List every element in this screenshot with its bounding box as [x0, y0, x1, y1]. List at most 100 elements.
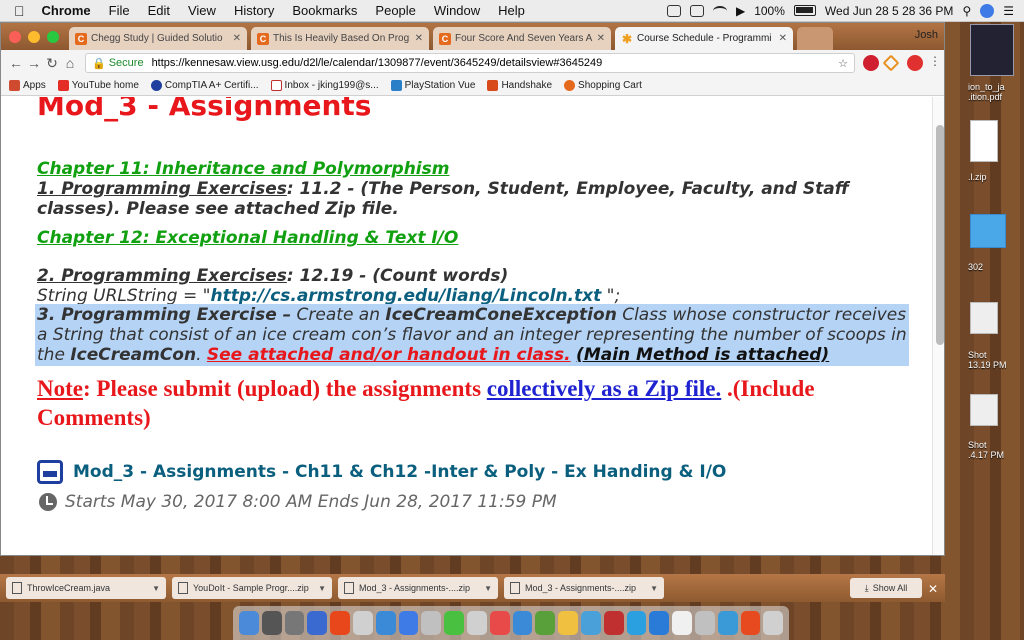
- battery-icon[interactable]: [793, 5, 816, 16]
- desktop-folder[interactable]: 302: [968, 262, 1024, 272]
- dock-app-icon[interactable]: [261, 611, 282, 635]
- apple-icon[interactable]: : [0, 3, 33, 19]
- assignment-link[interactable]: Mod_3 - Assignments - Ch11 & Ch12 -Inter…: [37, 460, 726, 484]
- dock-app-icon[interactable]: [466, 611, 487, 635]
- dock-app-icon[interactable]: [352, 611, 373, 635]
- menu-window[interactable]: Window: [425, 3, 489, 18]
- forward-icon[interactable]: →: [25, 55, 43, 71]
- dock-app-icon[interactable]: [717, 611, 738, 635]
- dock-app-icon[interactable]: [421, 611, 442, 635]
- clock[interactable]: Wed Jun 28 5 28 36 PM: [825, 4, 954, 18]
- chevron-down-icon[interactable]: ▼: [318, 584, 326, 593]
- minimize-window-button[interactable]: [28, 31, 40, 43]
- dock-app-icon[interactable]: [626, 611, 647, 635]
- dock-app-icon[interactable]: [535, 611, 556, 635]
- zip-file-icon[interactable]: [970, 120, 998, 162]
- dock-app-icon[interactable]: [284, 611, 305, 635]
- bookmark-comptia[interactable]: CompTIA A+ Certifi...: [150, 80, 259, 91]
- download-item[interactable]: Mod_3 - Assignments-....zip ▼: [504, 577, 664, 599]
- close-icon[interactable]: ✕: [415, 33, 423, 44]
- dock-app-icon[interactable]: [672, 611, 692, 635]
- address-bar[interactable]: 🔒 Secure https://kennesaw.view.usg.edu/d…: [85, 53, 855, 73]
- tab-course-schedule[interactable]: ✱ Course Schedule - Programmi ✕: [615, 27, 793, 50]
- dock-app-icon[interactable]: [740, 611, 761, 635]
- desktop-screenshot-2[interactable]: Shot .4.17 PM: [968, 440, 1024, 460]
- menu-history[interactable]: History: [225, 3, 283, 18]
- user-avatar[interactable]: [980, 3, 995, 18]
- tab-chegg-2[interactable]: C This Is Heavily Based On Prog ✕: [251, 27, 429, 50]
- dock-app-icon[interactable]: [558, 611, 578, 635]
- menu-app-name[interactable]: Chrome: [33, 3, 100, 18]
- desktop-screenshot-1[interactable]: Shot 13.19 PM: [968, 350, 1024, 370]
- dock-app-icon[interactable]: [330, 611, 350, 635]
- battery-percent[interactable]: 100%: [754, 4, 785, 18]
- wifi-icon[interactable]: [712, 5, 727, 16]
- desktop-file-zip[interactable]: .l.zip: [968, 172, 1024, 182]
- profile-name[interactable]: Josh: [915, 29, 938, 41]
- close-icon[interactable]: ✕: [233, 33, 241, 44]
- tab-chegg-3[interactable]: C Four Score And Seven Years A ✕: [433, 27, 611, 50]
- download-item[interactable]: Mod_3 - Assignments-....zip ▼: [338, 577, 498, 599]
- scrollbar-thumb[interactable]: [936, 125, 944, 345]
- timemachine-icon[interactable]: [689, 4, 704, 17]
- extension-red-icon[interactable]: [907, 55, 923, 71]
- bookmark-apps[interactable]: Apps: [9, 80, 46, 91]
- new-tab-button[interactable]: [797, 27, 833, 50]
- zip-file-link[interactable]: collectively as a Zip file.: [487, 376, 721, 401]
- close-icon[interactable]: ✕: [779, 33, 787, 44]
- screenshot-icon[interactable]: [970, 302, 998, 334]
- home-icon[interactable]: ⌂: [61, 55, 79, 71]
- bookmark-handshake[interactable]: Handshake: [487, 80, 552, 91]
- assignment-title[interactable]: Mod_3 - Assignments - Ch11 & Ch12 -Inter…: [73, 462, 726, 482]
- download-item[interactable]: YouDoIt - Sample Progr....zip ▼: [172, 577, 332, 599]
- volume-icon[interactable]: ▶: [736, 4, 745, 18]
- back-icon[interactable]: ←: [7, 55, 25, 71]
- dock-app-icon[interactable]: [649, 611, 670, 635]
- desktop-file-pdf[interactable]: ion_to_ja .ition.pdf: [968, 82, 1024, 102]
- dock-app-icon[interactable]: [694, 611, 715, 635]
- dock-app-icon[interactable]: [398, 611, 419, 635]
- status-icon[interactable]: [666, 4, 681, 17]
- bookmark-inbox[interactable]: Inbox - jking199@s...: [270, 80, 379, 91]
- url-text[interactable]: https://kennesaw.view.usg.edu/d2l/le/cal…: [152, 57, 603, 69]
- menu-people[interactable]: People: [366, 3, 424, 18]
- dock-app-icon[interactable]: [763, 611, 784, 635]
- extension-adblock-icon[interactable]: [863, 55, 879, 71]
- chevron-down-icon[interactable]: ▼: [152, 584, 160, 593]
- desktop-thumbnail[interactable]: [970, 24, 1014, 76]
- bookmark-playstation[interactable]: PlayStation Vue: [390, 80, 475, 91]
- chevron-down-icon[interactable]: ▼: [650, 584, 658, 593]
- dock-app-icon[interactable]: [489, 611, 510, 635]
- menu-edit[interactable]: Edit: [139, 3, 179, 18]
- bookmark-star-icon[interactable]: ☆: [838, 57, 848, 70]
- screenshot-icon[interactable]: [970, 394, 998, 426]
- dock-app-icon[interactable]: [580, 611, 601, 635]
- close-icon[interactable]: ✕: [597, 33, 605, 44]
- dock-app-icon[interactable]: [512, 611, 533, 635]
- zoom-window-button[interactable]: [47, 31, 59, 43]
- reload-icon[interactable]: ↻: [43, 55, 61, 72]
- folder-icon[interactable]: [970, 214, 1006, 248]
- lincoln-url-link[interactable]: http://cs.armstrong.edu/liang/Lincoln.tx…: [210, 286, 601, 306]
- dock-app-icon[interactable]: [444, 611, 464, 635]
- download-item[interactable]: ThrowIceCream.java ▼: [6, 577, 166, 599]
- notification-center-icon[interactable]: ☰: [1003, 4, 1014, 18]
- menu-bookmarks[interactable]: Bookmarks: [283, 3, 366, 18]
- close-window-button[interactable]: [9, 31, 21, 43]
- menu-help[interactable]: Help: [489, 3, 534, 18]
- chevron-down-icon[interactable]: ▼: [484, 584, 492, 593]
- chrome-menu-icon[interactable]: ⋮: [929, 54, 941, 68]
- dock-app-icon[interactable]: [603, 611, 624, 635]
- bookmark-shopping-cart[interactable]: Shopping Cart: [564, 80, 642, 91]
- tab-chegg[interactable]: C Chegg Study | Guided Solutio ✕: [69, 27, 247, 50]
- spotlight-icon[interactable]: ⚲: [962, 4, 971, 18]
- bookmark-youtube[interactable]: YouTube home: [57, 80, 139, 91]
- close-icon[interactable]: ✕: [928, 582, 938, 596]
- menu-file[interactable]: File: [100, 3, 139, 18]
- dock-app-icon[interactable]: [239, 611, 259, 635]
- vertical-scrollbar[interactable]: [932, 97, 944, 555]
- extension-diamond-icon[interactable]: [882, 54, 900, 72]
- menu-view[interactable]: View: [179, 3, 225, 18]
- dock-app-icon[interactable]: [307, 611, 328, 635]
- dock-app-icon[interactable]: [375, 611, 396, 635]
